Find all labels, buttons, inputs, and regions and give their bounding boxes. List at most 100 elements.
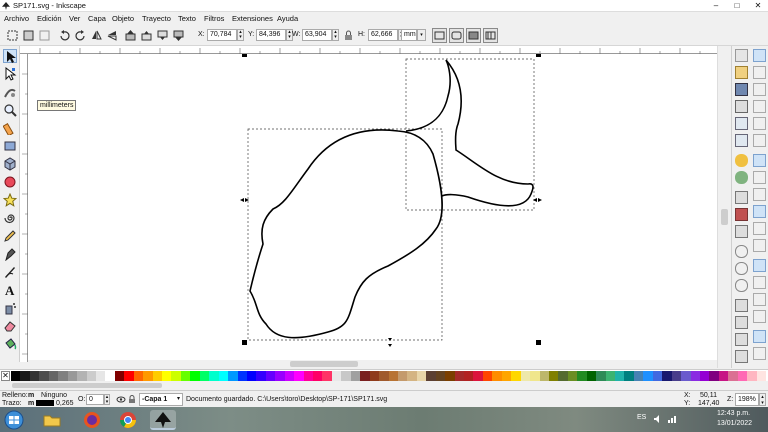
zoom-drawing-icon[interactable] xyxy=(735,262,748,275)
color-swatch[interactable] xyxy=(681,371,691,381)
flip-vertical-icon[interactable] xyxy=(106,29,119,42)
paste-icon[interactable] xyxy=(735,225,748,238)
duplicate-icon[interactable] xyxy=(735,299,748,312)
color-swatch[interactable] xyxy=(246,371,257,381)
snap-bbox-center-icon[interactable] xyxy=(753,134,766,147)
color-swatch[interactable] xyxy=(454,371,465,381)
menu-objeto[interactable]: Objeto xyxy=(112,14,134,23)
color-swatch[interactable] xyxy=(180,371,191,381)
scale-stroke-toggle[interactable] xyxy=(432,28,447,43)
color-swatch[interactable] xyxy=(718,371,729,381)
menu-archivo[interactable]: Archivo xyxy=(4,14,29,23)
deselect-icon[interactable] xyxy=(38,29,51,42)
horizontal-scroll-thumb[interactable] xyxy=(290,361,358,367)
zoom-input[interactable]: 198% xyxy=(735,393,759,406)
color-swatch[interactable] xyxy=(567,371,578,381)
measure-tool-icon[interactable] xyxy=(2,121,17,137)
windows-start-icon[interactable] xyxy=(4,410,24,430)
color-swatch[interactable] xyxy=(171,371,182,381)
y-input[interactable]: 84,396 xyxy=(256,29,286,41)
drawing-canvas[interactable]: millimeters xyxy=(28,53,717,360)
open-file-icon[interactable] xyxy=(735,66,748,79)
color-swatch[interactable] xyxy=(671,371,682,381)
move-patterns-toggle[interactable] xyxy=(483,28,498,43)
layer-lock-icon[interactable] xyxy=(128,395,136,404)
spray-tool-icon[interactable] xyxy=(3,301,17,315)
color-swatch[interactable] xyxy=(397,371,408,381)
color-swatch[interactable] xyxy=(445,371,455,381)
color-swatch[interactable] xyxy=(39,371,50,381)
color-swatch[interactable] xyxy=(464,371,474,381)
snap-bbox-midpoint-icon[interactable] xyxy=(753,117,766,130)
color-swatch[interactable] xyxy=(482,371,493,381)
color-swatch[interactable] xyxy=(11,371,21,381)
speaker-icon[interactable] xyxy=(653,414,663,424)
color-swatch[interactable] xyxy=(539,371,550,381)
color-swatch[interactable] xyxy=(284,371,295,381)
color-swatch[interactable] xyxy=(530,371,540,381)
snap-smooth-icon[interactable] xyxy=(753,222,766,235)
new-document-icon[interactable] xyxy=(735,49,748,62)
close-button[interactable]: ✕ xyxy=(748,0,768,11)
menu-extensiones[interactable]: Extensiones xyxy=(232,14,273,23)
color-swatch[interactable] xyxy=(228,371,238,381)
unit-dropdown-icon[interactable]: ▾ xyxy=(417,29,426,41)
h-input[interactable]: 62,666 xyxy=(368,29,398,41)
whale-body-path[interactable] xyxy=(249,129,443,339)
color-swatch[interactable] xyxy=(662,371,672,381)
w-spinner[interactable]: ▴ ▾ xyxy=(332,29,339,41)
color-swatch[interactable] xyxy=(511,371,521,381)
color-swatch[interactable] xyxy=(492,371,503,381)
firefox-icon[interactable] xyxy=(82,410,102,430)
maximize-button[interactable]: □ xyxy=(727,0,747,11)
3d-box-tool-icon[interactable] xyxy=(3,157,17,171)
stroke-width-value[interactable]: 0,265 xyxy=(56,400,74,407)
color-swatch[interactable] xyxy=(294,371,304,381)
tweak-tool-icon[interactable] xyxy=(3,85,17,99)
color-swatch[interactable] xyxy=(548,371,559,381)
rotate-ccw-icon[interactable] xyxy=(58,29,71,42)
color-swatch[interactable] xyxy=(633,371,644,381)
color-swatch[interactable] xyxy=(416,371,427,381)
star-tool-icon[interactable] xyxy=(2,192,18,207)
color-swatch[interactable] xyxy=(473,371,484,381)
color-swatch[interactable] xyxy=(652,371,663,381)
w-input[interactable]: 63,904 xyxy=(302,29,332,41)
select-all-icon[interactable] xyxy=(6,29,19,42)
color-swatch[interactable] xyxy=(218,371,229,381)
color-swatch[interactable] xyxy=(747,371,757,381)
color-swatch[interactable] xyxy=(501,371,512,381)
color-swatch[interactable] xyxy=(20,371,31,381)
flip-horizontal-icon[interactable] xyxy=(90,29,103,42)
color-swatch[interactable] xyxy=(690,371,701,381)
clock-time[interactable]: 12:43 p.m. xyxy=(717,410,750,417)
print-icon[interactable] xyxy=(735,100,748,113)
color-swatch[interactable] xyxy=(105,371,116,381)
fill-none-indicator[interactable]: Ninguno xyxy=(41,392,67,399)
text-tool-icon[interactable]: A xyxy=(3,283,17,298)
color-swatch[interactable] xyxy=(615,371,625,381)
color-swatch[interactable] xyxy=(699,371,710,381)
vertical-scrollbar[interactable] xyxy=(717,46,731,368)
vertical-ruler[interactable] xyxy=(20,54,28,362)
color-swatch[interactable] xyxy=(143,371,153,381)
palette-scroll-thumb[interactable] xyxy=(12,383,162,388)
color-swatch[interactable] xyxy=(114,371,125,381)
color-swatch[interactable] xyxy=(77,371,87,381)
color-swatch[interactable] xyxy=(728,371,738,381)
stroke-color-indicator[interactable] xyxy=(36,400,54,406)
color-swatch[interactable] xyxy=(58,371,68,381)
import-icon[interactable] xyxy=(735,117,748,130)
x-spinner[interactable]: ▴ ▾ xyxy=(237,29,244,41)
copy-icon[interactable] xyxy=(735,191,748,204)
minimize-button[interactable]: – xyxy=(706,0,726,11)
color-swatch[interactable] xyxy=(48,371,59,381)
zoom-selection-icon[interactable] xyxy=(735,245,748,258)
opacity-input[interactable]: 0 xyxy=(86,394,104,405)
redo-icon[interactable] xyxy=(735,171,748,184)
color-swatch[interactable] xyxy=(133,371,144,381)
raise-icon[interactable] xyxy=(140,29,153,42)
inkscape-taskbar-icon[interactable] xyxy=(150,410,176,430)
file-explorer-icon[interactable] xyxy=(42,410,62,430)
snap-nodes-icon[interactable] xyxy=(753,154,766,167)
